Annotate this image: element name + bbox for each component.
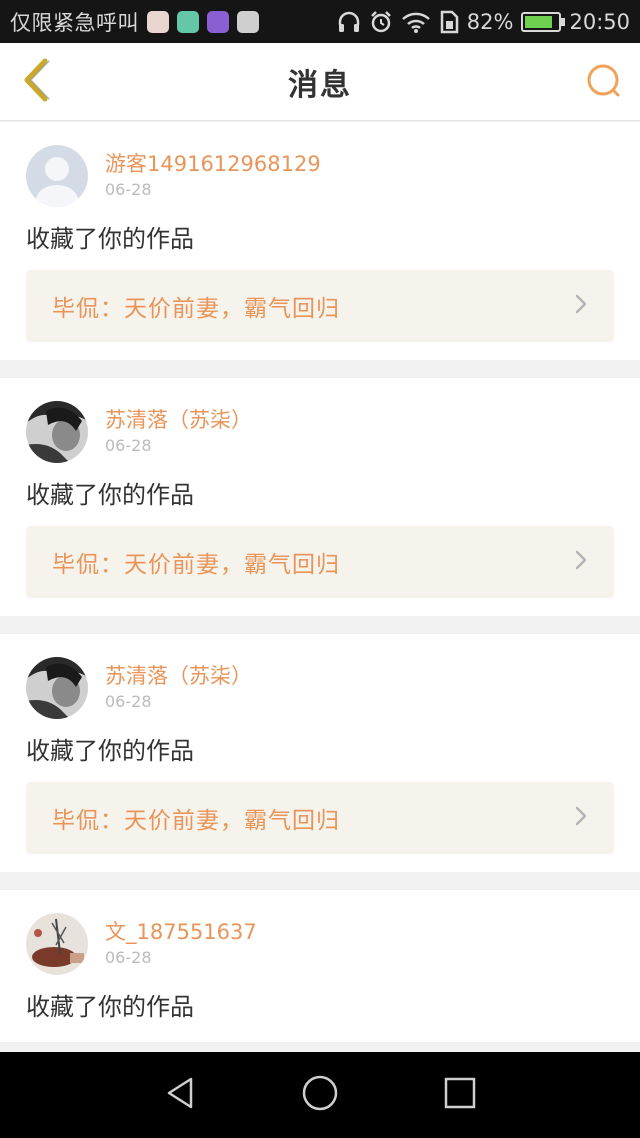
message-card: 苏清落（苏柒） 06-28 收藏了你的作品 毕侃：天价前妻，霸气回归 <box>0 634 640 872</box>
work-link[interactable]: 毕侃：天价前妻，霸气回归 <box>26 782 614 854</box>
notification-app-icon <box>147 10 169 33</box>
message-header: 苏清落（苏柒） 06-28 <box>26 400 614 464</box>
avatar[interactable] <box>26 145 88 207</box>
notification-app-icon <box>237 10 259 33</box>
user-photo-avatar <box>26 913 88 975</box>
nav-home-button[interactable] <box>295 1070 345 1120</box>
message-header: 苏清落（苏柒） 06-28 <box>26 656 614 720</box>
message-header: 文_187551637 06-28 <box>26 912 614 976</box>
username[interactable]: 游客1491612968129 <box>105 150 321 178</box>
message-card: 游客1491612968129 06-28 收藏了你的作品 毕侃：天价前妻，霸气… <box>0 122 640 360</box>
battery-level-fill <box>525 15 552 28</box>
work-title: 毕侃：天价前妻，霸气回归 <box>52 808 340 834</box>
avatar[interactable] <box>26 401 88 463</box>
message-meta: 苏清落（苏柒） 06-28 <box>105 406 252 458</box>
square-recents-icon <box>443 1076 477 1114</box>
username[interactable]: 文_187551637 <box>105 918 257 946</box>
battery-percent: 82% <box>466 9 514 34</box>
work-title: 毕侃：天价前妻，霸气回归 <box>52 552 340 578</box>
notification-gallery-icon <box>207 10 229 33</box>
wifi-icon <box>401 11 431 33</box>
message-card: 苏清落（苏柒） 06-28 收藏了你的作品 毕侃：天价前妻，霸气回归 <box>0 378 640 616</box>
chevron-right-icon <box>574 549 588 575</box>
search-icon <box>585 62 623 104</box>
carrier-label: 仅限紧急呼叫 <box>10 10 139 35</box>
work-link[interactable]: 毕侃：天价前妻，霸气回归 <box>26 526 614 598</box>
system-nav-bar <box>0 1052 640 1138</box>
page-title: 消息 <box>288 67 352 103</box>
work-title: 毕侃：天价前妻，霸气回归 <box>52 296 340 322</box>
message-meta: 苏清落（苏柒） 06-28 <box>105 662 252 714</box>
message-meta: 游客1491612968129 06-28 <box>105 150 321 202</box>
message-date: 06-28 <box>105 180 152 199</box>
message-meta: 文_187551637 06-28 <box>105 918 257 970</box>
message-action: 收藏了你的作品 <box>26 993 194 1021</box>
battery-icon <box>521 11 566 32</box>
app-header: 消息 <box>0 43 640 121</box>
user-photo-avatar <box>26 657 88 719</box>
username[interactable]: 苏清落（苏柒） <box>105 406 252 434</box>
chevron-right-icon <box>574 805 588 831</box>
message-card: 文_187551637 06-28 收藏了你的作品 <box>0 890 640 1042</box>
avatar[interactable] <box>26 657 88 719</box>
message-action: 收藏了你的作品 <box>26 481 194 509</box>
clock: 20:50 <box>569 9 630 34</box>
message-action: 收藏了你的作品 <box>26 737 194 765</box>
search-button[interactable] <box>582 61 626 105</box>
sim-card-icon <box>439 10 459 34</box>
back-button[interactable] <box>14 57 58 107</box>
alarm-icon <box>369 10 393 34</box>
message-list[interactable]: 游客1491612968129 06-28 收藏了你的作品 毕侃：天价前妻，霸气… <box>0 122 640 1052</box>
headphones-icon <box>337 11 361 33</box>
triangle-back-icon <box>163 1075 197 1115</box>
username[interactable]: 苏清落（苏柒） <box>105 662 252 690</box>
message-date: 06-28 <box>105 948 152 967</box>
default-avatar-icon <box>26 145 88 207</box>
notification-app-icon <box>177 10 199 33</box>
status-right: 82% 20:50 <box>337 10 630 34</box>
chevron-right-icon <box>574 293 588 319</box>
nav-back-button[interactable] <box>155 1070 205 1120</box>
status-left: 仅限紧急呼叫 <box>10 7 337 37</box>
message-date: 06-28 <box>105 436 152 455</box>
avatar[interactable] <box>26 913 88 975</box>
circle-home-icon <box>301 1074 339 1116</box>
back-chevron-icon <box>21 58 51 106</box>
message-header: 游客1491612968129 06-28 <box>26 144 614 208</box>
status-bar: 仅限紧急呼叫 82% 20:50 <box>0 0 640 43</box>
message-action: 收藏了你的作品 <box>26 225 194 253</box>
user-photo-avatar <box>26 401 88 463</box>
work-link[interactable]: 毕侃：天价前妻，霸气回归 <box>26 270 614 342</box>
message-date: 06-28 <box>105 692 152 711</box>
nav-recents-button[interactable] <box>435 1070 485 1120</box>
